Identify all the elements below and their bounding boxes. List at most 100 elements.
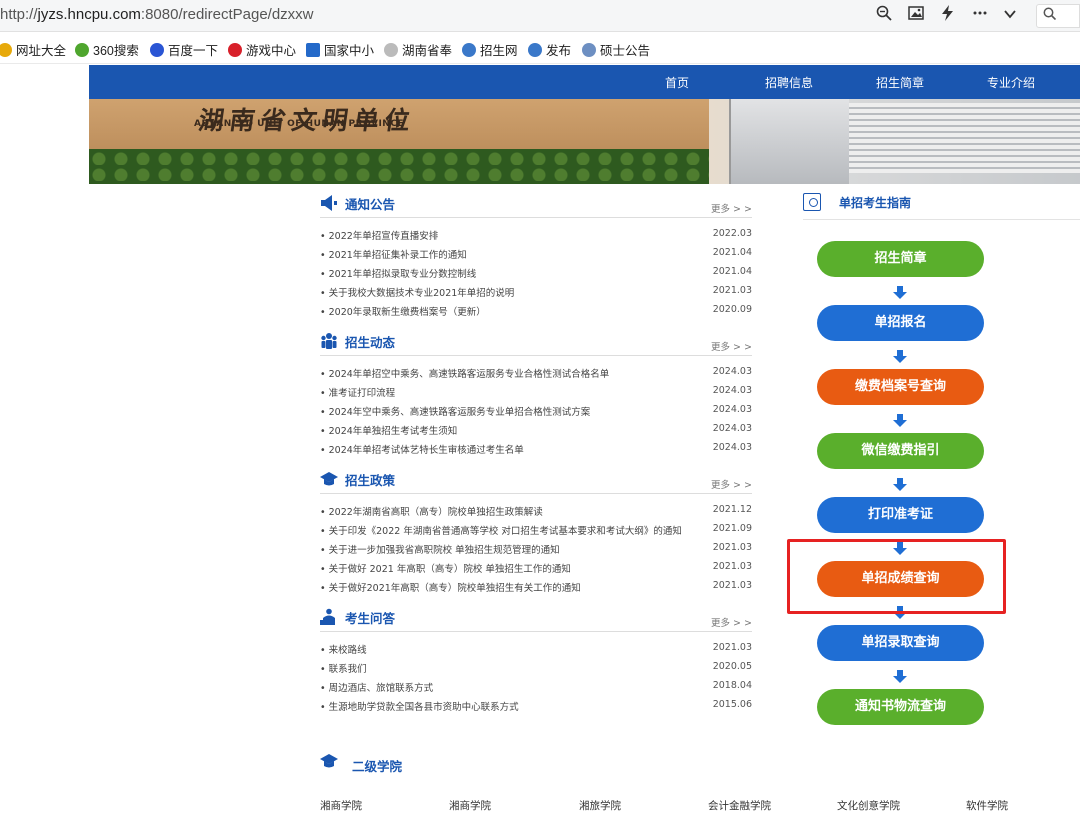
bookmark-item[interactable]: 湖南省奉 (384, 40, 452, 59)
bookmark-item[interactable]: 国家中小 (306, 40, 374, 59)
section-admission-policy: 招生政策 更多 > > • 2022年湖南省高职（高专）院校单独招生政策解读 20… (320, 470, 752, 595)
student-icon (320, 608, 335, 625)
college-link[interactable]: 文化创意学院 (837, 798, 900, 813)
list-item[interactable]: • 来校路线 2021.03 (320, 638, 752, 657)
chevron-down-icon[interactable] (999, 5, 1021, 27)
college-link[interactable]: 会计金融学院 (708, 798, 771, 813)
list-item[interactable]: • 关于做好 2021 年高职（高专）院校 单独招生工作的通知 2021.03 (320, 557, 752, 576)
bookmark-icon (75, 42, 89, 57)
college-link[interactable]: 软件学院 (966, 798, 1008, 813)
people-icon (321, 333, 337, 349)
college-link[interactable]: 湘商学院 (449, 798, 491, 813)
bookmark-item[interactable]: 招生网 (462, 40, 518, 59)
college-link[interactable]: 湘旅学院 (579, 798, 621, 813)
highlight-box (787, 539, 1006, 614)
site-nav: 首页 招聘信息 招生简章 专业介绍 (89, 65, 1080, 99)
search-icon (1043, 7, 1057, 21)
bookmark-item[interactable]: 百度一下 (150, 40, 218, 59)
news-list: • 2022年单招宣传直播安排 2022.03 • 2021年单招征集补录工作的通… (320, 224, 752, 319)
bookmark-item[interactable]: 游戏中心 (228, 40, 296, 59)
bookmark-item[interactable]: 发布 (528, 40, 571, 59)
more-link[interactable]: 更多 > > (711, 615, 752, 629)
browser-search-input[interactable] (1036, 4, 1080, 28)
list-item[interactable]: • 2024年单独招生考试考生须知 2024.03 (320, 419, 752, 438)
button-wechat-payment-guide[interactable]: 微信缴费指引 (817, 433, 984, 469)
section-title: 招生政策 (345, 473, 396, 488)
list-item[interactable]: • 周边酒店、旅馆联系方式 2018.04 (320, 676, 752, 695)
bookmark-icon (0, 42, 12, 57)
nav-admission-brochure[interactable]: 招生简章 (876, 74, 924, 91)
more-link[interactable]: 更多 > > (711, 339, 752, 353)
news-list: • 2022年湖南省高职（高专）院校单独招生政策解读 2021.12 • 关于印发… (320, 500, 752, 595)
bookmark-item[interactable]: 硕士公告 (582, 40, 650, 59)
list-item[interactable]: • 联系我们 2020.05 (320, 657, 752, 676)
banner-image: 湖南省文明单位 ADVANCED UNIT OF HUNAN PROVINCE (89, 99, 1080, 184)
list-item[interactable]: • 2022年单招宣传直播安排 2022.03 (320, 224, 752, 243)
button-registration[interactable]: 单招报名 (817, 305, 984, 341)
guide-header: 单招考生指南 (803, 192, 1080, 220)
browser-address-bar: http://jyzs.hncpu.com:8080/redirectPage/… (0, 0, 1080, 32)
nav-recruitment[interactable]: 招聘信息 (765, 74, 813, 91)
globe-icon (384, 42, 398, 57)
section-notices: 通知公告 更多 > > • 2022年单招宣传直播安排 2022.03 • 202… (320, 194, 752, 319)
more-link[interactable]: 更多 > > (711, 477, 752, 491)
section-faq: 考生问答 更多 > > • 来校路线 2021.03 • 联系我们 2020.05 … (320, 608, 752, 714)
bookmarks-bar: 网址大全 360搜索 百度一下 游戏中心 国家中小 湖南省奉 招生网 发布 硕士… (0, 32, 1080, 64)
paw-icon (150, 42, 164, 57)
list-item[interactable]: • 2024年空中乘务、高速铁路客运服务专业单招合格性测试方案 2024.03 (320, 400, 752, 419)
button-notice-logistics-query[interactable]: 通知书物流查询 (817, 689, 984, 725)
button-admission-brochure[interactable]: 招生简章 (817, 241, 984, 277)
url-path: :8080/redirectPage/dzxxw (140, 6, 314, 23)
arrow-down-icon (893, 478, 907, 492)
section-admission-news: 招生动态 更多 > > • 2024年单招空中乘务、高速铁路客运服务专业合格性测… (320, 332, 752, 457)
list-item[interactable]: • 2021年单招拟录取专业分数控制线 2021.04 (320, 262, 752, 281)
arrow-down-icon (893, 286, 907, 300)
bookmark-icon (528, 42, 542, 57)
guide-title: 单招考生指南 (839, 196, 912, 210)
button-fee-archive-query[interactable]: 缴费档案号查询 (817, 369, 984, 405)
bookmark-item[interactable]: 网址大全 (0, 40, 66, 59)
colleges-title: 二级学院 (352, 759, 403, 774)
bookmark-item[interactable]: 360搜索 (75, 40, 139, 59)
list-item[interactable]: • 2024年单招考试体艺特长生审核通过考生名单 2024.03 (320, 438, 752, 457)
megaphone-icon (321, 195, 337, 211)
list-item[interactable]: • 生源地助学贷款全国各县市资助中心联系方式 2015.06 (320, 695, 752, 714)
zoom-icon[interactable] (873, 5, 895, 27)
list-item[interactable]: • 关于印发《2022 年湖南省普通高等学校 对口招生考试基本要求和考试大纲》的… (320, 519, 752, 538)
bookmark-icon (306, 42, 320, 57)
graduation-cap-icon (320, 754, 338, 768)
list-item[interactable]: • 准考证打印流程 2024.03 (320, 381, 752, 400)
search-doc-icon (803, 193, 821, 211)
arrow-down-icon (893, 350, 907, 364)
nav-home[interactable]: 首页 (665, 74, 689, 91)
lightning-icon[interactable] (937, 5, 959, 27)
list-item[interactable]: • 2024年单招空中乘务、高速铁路客运服务专业合格性测试合格名单 2024.03 (320, 362, 752, 381)
list-item[interactable]: • 2021年单招征集补录工作的通知 2021.04 (320, 243, 752, 262)
bookmark-icon (582, 42, 596, 57)
list-item[interactable]: • 2022年湖南省高职（高专）院校单独招生政策解读 2021.12 (320, 500, 752, 519)
nav-majors[interactable]: 专业介绍 (987, 74, 1035, 91)
list-item[interactable]: • 关于我校大数据技术专业2021年单招的说明 2021.03 (320, 281, 752, 300)
screenshot-icon[interactable] (905, 5, 927, 27)
list-item[interactable]: • 关于进一步加强我省高职院校 单独招生规范管理的通知 2021.03 (320, 538, 752, 557)
list-item[interactable]: • 关于做好2021年高职（高专）院校单独招生有关工作的通知 2021.03 (320, 576, 752, 595)
button-admission-result-query[interactable]: 单招录取查询 (817, 625, 984, 661)
url-scheme: http:// (0, 6, 38, 23)
banner-subtitle: ADVANCED UNIT OF HUNAN PROVINCE (194, 119, 405, 129)
list-item[interactable]: • 2020年录取新生缴费档案号（更新） 2020.09 (320, 300, 752, 319)
more-icon[interactable] (969, 5, 991, 27)
college-link[interactable]: 湘商学院 (320, 798, 362, 813)
section-title: 通知公告 (345, 197, 396, 212)
news-list: • 2024年单招空中乘务、高速铁路客运服务专业合格性测试合格名单 2024.03… (320, 362, 752, 457)
more-link[interactable]: 更多 > > (711, 201, 752, 215)
url-domain: jyzs.hncpu.com (37, 6, 141, 23)
url-field[interactable]: http://jyzs.hncpu.com:8080/redirectPage/… (0, 6, 314, 23)
button-print-admission-ticket[interactable]: 打印准考证 (817, 497, 984, 533)
news-list: • 来校路线 2021.03 • 联系我们 2020.05 • 周边酒店、旅馆联系方… (320, 638, 752, 714)
bookmark-icon (462, 42, 476, 57)
bookmark-icon (228, 42, 242, 57)
graduation-cap-icon (320, 472, 338, 486)
section-title: 考生问答 (345, 611, 396, 626)
carousel-dots[interactable] (679, 174, 739, 184)
arrow-down-icon (893, 670, 907, 684)
